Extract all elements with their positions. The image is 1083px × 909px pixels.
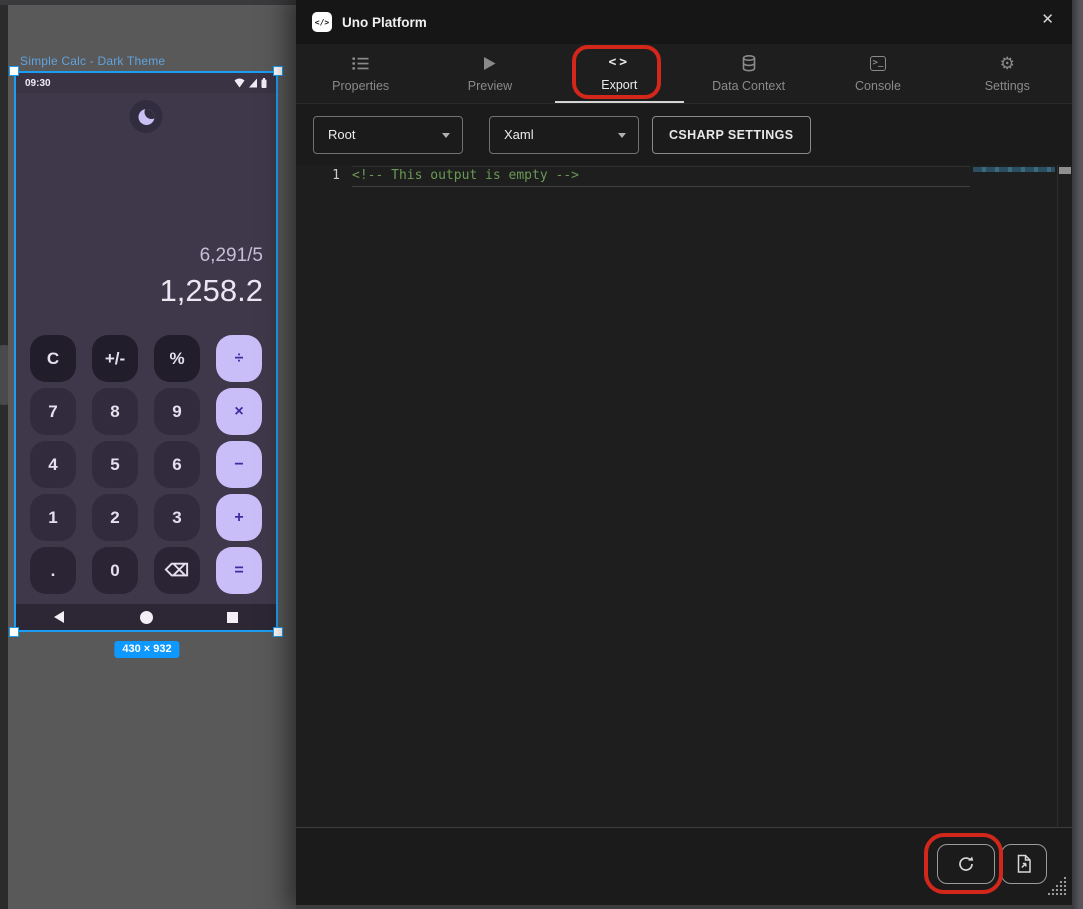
key-decimal[interactable]: . bbox=[30, 547, 76, 594]
csharp-settings-button[interactable]: CSHARP SETTINGS bbox=[652, 116, 811, 154]
root-select[interactable]: Root bbox=[313, 116, 463, 154]
tab-preview[interactable]: Preview bbox=[425, 44, 554, 103]
key-percent[interactable]: % bbox=[154, 335, 200, 382]
export-controls: Root Xaml CSHARP SETTINGS bbox=[296, 104, 1072, 165]
selection-handle-tr[interactable] bbox=[273, 66, 283, 76]
code-badge-icon: </> bbox=[312, 12, 332, 32]
minimap bbox=[973, 167, 1055, 172]
window-header[interactable]: </> Uno Platform ✕ bbox=[296, 0, 1072, 44]
format-select[interactable]: Xaml bbox=[489, 116, 639, 154]
root-select-value: Root bbox=[328, 127, 355, 142]
terminal-icon: >_ bbox=[870, 54, 887, 72]
key-3[interactable]: 3 bbox=[154, 494, 200, 541]
export-file-button[interactable] bbox=[1001, 844, 1047, 884]
export-file-icon bbox=[1015, 854, 1033, 874]
line-number: 1 bbox=[296, 168, 340, 183]
key-1[interactable]: 1 bbox=[30, 494, 76, 541]
battery-icon bbox=[261, 78, 267, 88]
scrollbar-thumb[interactable] bbox=[1059, 167, 1071, 174]
tab-label: Console bbox=[855, 79, 901, 93]
chevron-down-icon bbox=[618, 133, 626, 138]
desktop-edge-right bbox=[1072, 0, 1083, 909]
tab-properties[interactable]: Properties bbox=[296, 44, 425, 103]
code-editor[interactable]: 1 <!-- This output is empty --> bbox=[296, 165, 1072, 827]
back-icon[interactable] bbox=[54, 611, 64, 623]
calc-keypad: C +/- % ÷ 7 8 9 × 4 5 6 − 1 2 3 + . 0 ⌫ … bbox=[30, 335, 262, 594]
key-minus[interactable]: − bbox=[216, 441, 262, 488]
status-bar: 09:30 bbox=[16, 73, 276, 93]
key-0[interactable]: 0 bbox=[92, 547, 138, 594]
play-icon bbox=[483, 54, 496, 72]
key-5[interactable]: 5 bbox=[92, 441, 138, 488]
panel-collapse-handle[interactable] bbox=[0, 345, 8, 405]
list-icon bbox=[352, 54, 369, 72]
calc-expression: 6,291/5 bbox=[200, 245, 263, 267]
selection-handle-br[interactable] bbox=[273, 627, 283, 637]
selection-handle-tl[interactable] bbox=[9, 66, 19, 76]
phone-frame[interactable]: 09:30 6,291/5 1,258.2 C +/- % ÷ 7 8 9 bbox=[14, 71, 278, 632]
key-plusminus[interactable]: +/- bbox=[92, 335, 138, 382]
android-nav-bar bbox=[16, 604, 276, 630]
refresh-icon bbox=[957, 855, 975, 873]
close-icon[interactable]: ✕ bbox=[1041, 12, 1054, 27]
database-icon bbox=[742, 54, 756, 72]
format-select-value: Xaml bbox=[504, 127, 534, 142]
refresh-button[interactable] bbox=[937, 844, 995, 884]
key-equals[interactable]: = bbox=[216, 547, 262, 594]
moon-icon bbox=[138, 109, 154, 125]
tab-export[interactable]: <> Export bbox=[555, 44, 684, 103]
screenshot-root: Simple Calc - Dark Theme 09:30 6,291/5 1… bbox=[0, 0, 1083, 909]
tab-label: Export bbox=[601, 78, 637, 92]
home-icon[interactable] bbox=[140, 611, 153, 624]
tab-label: Properties bbox=[332, 79, 389, 93]
selection-handle-bl[interactable] bbox=[9, 627, 19, 637]
tab-settings[interactable]: ⚙ Settings bbox=[943, 44, 1072, 103]
tab-data-context[interactable]: Data Context bbox=[684, 44, 813, 103]
key-9[interactable]: 9 bbox=[154, 388, 200, 435]
frame-title[interactable]: Simple Calc - Dark Theme bbox=[20, 54, 165, 68]
status-time: 09:30 bbox=[25, 78, 51, 89]
gear-icon: ⚙ bbox=[1000, 54, 1015, 72]
desktop-edge-bottom bbox=[296, 905, 1072, 909]
window-title: Uno Platform bbox=[342, 15, 427, 30]
canvas-top-edge bbox=[0, 0, 296, 5]
editor-scrollbar[interactable] bbox=[1057, 165, 1072, 827]
theme-toggle-button[interactable] bbox=[130, 100, 163, 133]
tab-label: Preview bbox=[468, 79, 512, 93]
design-canvas[interactable]: Simple Calc - Dark Theme 09:30 6,291/5 1… bbox=[0, 0, 296, 909]
key-2[interactable]: 2 bbox=[92, 494, 138, 541]
tab-console[interactable]: >_ Console bbox=[813, 44, 942, 103]
key-divide[interactable]: ÷ bbox=[216, 335, 262, 382]
key-multiply[interactable]: × bbox=[216, 388, 262, 435]
key-8[interactable]: 8 bbox=[92, 388, 138, 435]
footer-bar bbox=[296, 827, 1072, 905]
canvas-left-edge bbox=[0, 5, 8, 909]
tab-label: Data Context bbox=[712, 79, 785, 93]
key-backspace[interactable]: ⌫ bbox=[154, 547, 200, 594]
status-icons bbox=[234, 78, 267, 88]
signal-icon bbox=[248, 78, 258, 88]
recents-icon[interactable] bbox=[227, 612, 238, 623]
code-comment: <!-- This output is empty --> bbox=[352, 168, 579, 183]
calc-result: 1,258.2 bbox=[160, 273, 263, 309]
wifi-icon bbox=[234, 78, 245, 88]
uno-platform-window: </> Uno Platform ✕ Properties Preview <>… bbox=[296, 0, 1072, 905]
key-7[interactable]: 7 bbox=[30, 388, 76, 435]
size-badge: 430 × 932 bbox=[114, 641, 179, 658]
code-icon: <> bbox=[608, 53, 630, 71]
key-4[interactable]: 4 bbox=[30, 441, 76, 488]
key-plus[interactable]: + bbox=[216, 494, 262, 541]
tab-bar: Properties Preview <> Export Data Contex… bbox=[296, 44, 1072, 104]
key-6[interactable]: 6 bbox=[154, 441, 200, 488]
tab-label: Settings bbox=[985, 79, 1030, 93]
resize-grip-icon[interactable] bbox=[1047, 876, 1067, 901]
chevron-down-icon bbox=[442, 133, 450, 138]
key-clear[interactable]: C bbox=[30, 335, 76, 382]
